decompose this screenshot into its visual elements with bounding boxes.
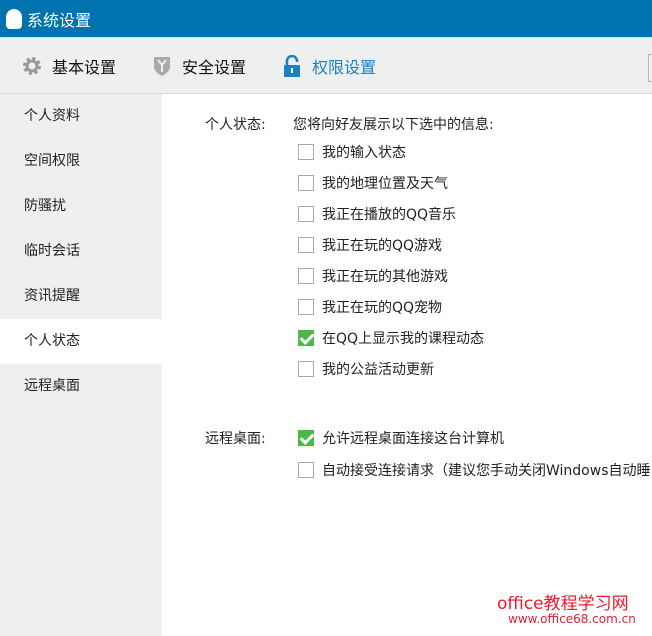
checkbox-label: 我的地理位置及天气 [322,176,448,192]
checkbox-location[interactable]: 我的地理位置及天气 [298,173,448,193]
checkbox-label: 我正在播放的QQ音乐 [322,207,457,223]
checkbox[interactable] [298,144,314,160]
checkbox-label: 自动接受连接请求（建议您手动关闭Windows自动睡 [322,463,651,479]
sidebar-item-status[interactable]: 个人状态 [0,319,162,364]
checkbox-qq-pet[interactable]: 我正在玩的QQ宠物 [298,297,442,317]
sidebar-item-temp-chat[interactable]: 临时会话 [0,229,162,274]
checkbox-label: 我正在玩的QQ游戏 [322,238,443,254]
settings-tabs: 基本设置 安全设置 权限设置 [0,37,652,94]
checkbox-other-game[interactable]: 我正在玩的其他游戏 [298,266,448,286]
checkbox[interactable] [298,299,314,315]
checkbox-input-status[interactable]: 我的输入状态 [298,142,406,162]
qq-logo-icon [6,8,22,29]
title-bar: 系统设置 [0,0,652,37]
checkbox-label: 在QQ上显示我的课程动态 [322,331,485,347]
checkbox-label: 我正在玩的QQ宠物 [322,300,443,316]
checkbox-qq-game[interactable]: 我正在玩的QQ游戏 [298,235,442,255]
sidebar-item-news[interactable]: 资讯提醒 [0,274,162,319]
window-title: 系统设置 [27,10,92,30]
checkbox[interactable] [298,206,314,222]
sidebar-item-anti-harass[interactable]: 防骚扰 [0,184,162,229]
main-panel: 个人状态: 您将向好友展示以下选中的信息: 我的输入状态 我的地理位置及天气 我… [162,94,652,636]
checkbox-checked[interactable] [298,330,314,346]
checkbox-label: 允许远程桌面连接这台计算机 [322,431,504,447]
checkbox-checked[interactable] [298,430,314,446]
checkbox-qq-music[interactable]: 我正在播放的QQ音乐 [298,204,456,224]
checkbox-allow-remote[interactable]: 允许远程桌面连接这台计算机 [298,428,504,448]
toolbar-edge [648,54,652,82]
sidebar-item-remote[interactable]: 远程桌面 [0,364,162,409]
checkbox[interactable] [298,175,314,191]
sidebar-item-profile[interactable]: 个人资料 [0,94,162,139]
watermark-url: www.office68.com.cn [508,612,636,626]
shield-icon [154,56,171,76]
checkbox[interactable] [298,237,314,253]
gear-icon [23,56,41,75]
checkbox[interactable] [298,361,314,377]
tab-basic-settings[interactable]: 基本设置 [22,54,116,78]
tab-label: 基本设置 [52,57,117,77]
sidebar: 个人资料 空间权限 防骚扰 临时会话 资讯提醒 个人状态 远程桌面 [0,94,162,636]
watermark-title: office教程学习网 [497,594,629,614]
tab-label: 权限设置 [312,57,377,77]
lock-icon [284,54,301,77]
checkbox-auto-accept[interactable]: 自动接受连接请求（建议您手动关闭Windows自动睡 [298,460,651,480]
sidebar-item-space[interactable]: 空间权限 [0,139,162,184]
tab-permission-settings[interactable]: 权限设置 [282,54,376,78]
checkbox-charity[interactable]: 我的公益活动更新 [298,359,434,379]
checkbox-label: 我正在玩的其他游戏 [322,269,448,285]
tab-label: 安全设置 [182,57,247,77]
checkbox[interactable] [298,462,314,478]
checkbox-course[interactable]: 在QQ上显示我的课程动态 [298,328,484,348]
status-desc: 您将向好友展示以下选中的信息: [293,117,494,133]
remote-label: 远程桌面: [205,431,266,447]
checkbox[interactable] [298,268,314,284]
status-label: 个人状态: [205,117,266,133]
checkbox-label: 我的输入状态 [322,145,406,161]
tab-security-settings[interactable]: 安全设置 [152,54,246,78]
checkbox-label: 我的公益活动更新 [322,362,434,378]
